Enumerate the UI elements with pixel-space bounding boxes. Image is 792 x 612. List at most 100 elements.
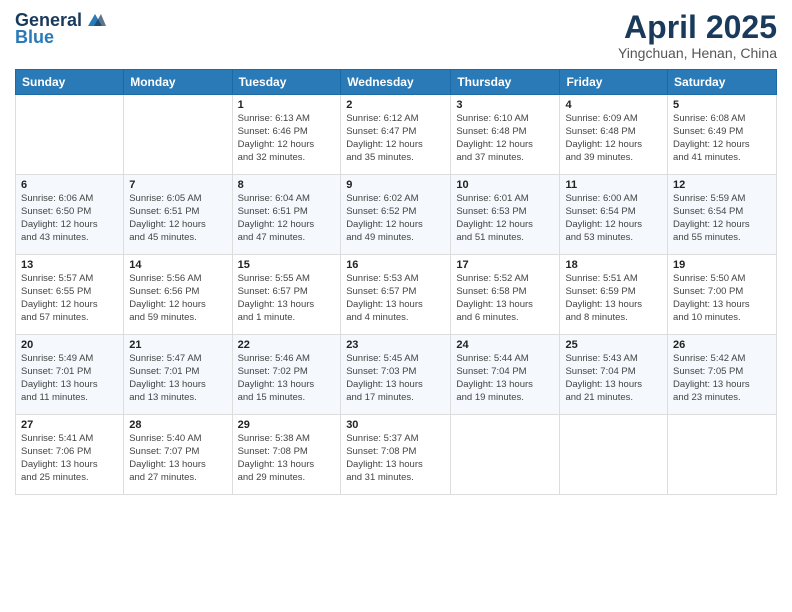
day-info: Sunrise: 6:13 AM Sunset: 6:46 PM Dayligh… xyxy=(238,113,336,164)
calendar-cell: 9Sunrise: 6:02 AM Sunset: 6:52 PM Daylig… xyxy=(341,175,451,255)
day-number: 13 xyxy=(21,259,118,271)
calendar-cell: 19Sunrise: 5:50 AM Sunset: 7:00 PM Dayli… xyxy=(668,255,777,335)
calendar-cell: 21 Sunrise: 5:47 AM Sunset: 7:01 PM Dayli… xyxy=(124,335,232,415)
calendar-cell: 22 Sunrise: 5:46 AM Sunset: 7:02 PM Dayli… xyxy=(232,335,341,415)
calendar-cell: 7 Sunrise: 6:05 AM Sunset: 6:51 PM Daylig… xyxy=(124,175,232,255)
location: Yingchuan, Henan, China xyxy=(618,45,777,61)
calendar-week-row: 20 Sunrise: 5:49 AM Sunset: 7:01 PM Dayli… xyxy=(16,335,777,415)
col-friday: Friday xyxy=(560,70,668,95)
day-number: 17 xyxy=(456,259,554,271)
day-info: Sunrise: 5:46 AM Sunset: 7:02 PM Dayligh… xyxy=(238,353,336,404)
col-sunday: Sunday xyxy=(16,70,124,95)
col-tuesday: Tuesday xyxy=(232,70,341,95)
day-info: Sunrise: 5:49 AM Sunset: 7:01 PM Dayligh… xyxy=(21,353,118,404)
day-info: Sunrise: 5:40 AM Sunset: 7:07 PM Dayligh… xyxy=(129,433,226,484)
day-number: 26 xyxy=(673,339,771,351)
day-info: Sunrise: 5:37 AM Sunset: 7:08 PM Dayligh… xyxy=(346,433,445,484)
calendar-cell: 11 Sunrise: 6:00 AM Sunset: 6:54 PM Dayli… xyxy=(560,175,668,255)
month-title: April 2025 xyxy=(618,10,777,45)
day-info: Sunrise: 5:51 AM Sunset: 6:59 PM Dayligh… xyxy=(565,273,662,324)
day-info: Sunrise: 6:10 AM Sunset: 6:48 PM Dayligh… xyxy=(456,113,554,164)
day-info: Sunrise: 5:55 AM Sunset: 6:57 PM Dayligh… xyxy=(238,273,336,324)
day-number: 8 xyxy=(238,179,336,191)
calendar-cell: 26Sunrise: 5:42 AM Sunset: 7:05 PM Dayli… xyxy=(668,335,777,415)
day-number: 14 xyxy=(129,259,226,271)
day-number: 10 xyxy=(456,179,554,191)
day-number: 2 xyxy=(346,99,445,111)
day-info: Sunrise: 6:04 AM Sunset: 6:51 PM Dayligh… xyxy=(238,193,336,244)
calendar-cell: 5 Sunrise: 6:08 AM Sunset: 6:49 PM Daylig… xyxy=(668,95,777,175)
day-number: 5 xyxy=(673,99,771,111)
day-info: Sunrise: 6:12 AM Sunset: 6:47 PM Dayligh… xyxy=(346,113,445,164)
col-thursday: Thursday xyxy=(451,70,560,95)
day-number: 23 xyxy=(346,339,445,351)
col-saturday: Saturday xyxy=(668,70,777,95)
calendar-table: Sunday Monday Tuesday Wednesday Thursday… xyxy=(15,69,777,495)
calendar-week-row: 1 Sunrise: 6:13 AM Sunset: 6:46 PM Daylig… xyxy=(16,95,777,175)
day-number: 30 xyxy=(346,419,445,431)
calendar-week-row: 6 Sunrise: 6:06 AM Sunset: 6:50 PM Daylig… xyxy=(16,175,777,255)
calendar-cell xyxy=(668,415,777,495)
day-number: 22 xyxy=(238,339,336,351)
day-number: 9 xyxy=(346,179,445,191)
day-number: 21 xyxy=(129,339,226,351)
calendar-cell xyxy=(16,95,124,175)
logo: General Blue xyxy=(15,10,106,48)
day-info: Sunrise: 6:06 AM Sunset: 6:50 PM Dayligh… xyxy=(21,193,118,244)
day-number: 19 xyxy=(673,259,771,271)
calendar-cell: 16 Sunrise: 5:53 AM Sunset: 6:57 PM Dayli… xyxy=(341,255,451,335)
day-info: Sunrise: 6:09 AM Sunset: 6:48 PM Dayligh… xyxy=(565,113,662,164)
day-info: Sunrise: 6:05 AM Sunset: 6:51 PM Dayligh… xyxy=(129,193,226,244)
day-info: Sunrise: 5:53 AM Sunset: 6:57 PM Dayligh… xyxy=(346,273,445,324)
day-info: Sunrise: 5:44 AM Sunset: 7:04 PM Dayligh… xyxy=(456,353,554,404)
day-number: 1 xyxy=(238,99,336,111)
calendar-cell xyxy=(451,415,560,495)
title-section: April 2025 Yingchuan, Henan, China xyxy=(618,10,777,61)
day-number: 7 xyxy=(129,179,226,191)
calendar-cell: 6 Sunrise: 6:06 AM Sunset: 6:50 PM Daylig… xyxy=(16,175,124,255)
day-info: Sunrise: 6:00 AM Sunset: 6:54 PM Dayligh… xyxy=(565,193,662,244)
calendar-cell: 3Sunrise: 6:10 AM Sunset: 6:48 PM Daylig… xyxy=(451,95,560,175)
day-number: 24 xyxy=(456,339,554,351)
day-info: Sunrise: 6:08 AM Sunset: 6:49 PM Dayligh… xyxy=(673,113,771,164)
day-info: Sunrise: 5:59 AM Sunset: 6:54 PM Dayligh… xyxy=(673,193,771,244)
calendar-cell: 13 Sunrise: 5:57 AM Sunset: 6:55 PM Dayli… xyxy=(16,255,124,335)
day-number: 28 xyxy=(129,419,226,431)
day-number: 25 xyxy=(565,339,662,351)
calendar-cell: 10Sunrise: 6:01 AM Sunset: 6:53 PM Dayli… xyxy=(451,175,560,255)
col-monday: Monday xyxy=(124,70,232,95)
day-number: 6 xyxy=(21,179,118,191)
col-wednesday: Wednesday xyxy=(341,70,451,95)
calendar-header-row: Sunday Monday Tuesday Wednesday Thursday… xyxy=(16,70,777,95)
day-info: Sunrise: 5:57 AM Sunset: 6:55 PM Dayligh… xyxy=(21,273,118,324)
calendar-week-row: 27 Sunrise: 5:41 AM Sunset: 7:06 PM Dayli… xyxy=(16,415,777,495)
calendar-cell: 28 Sunrise: 5:40 AM Sunset: 7:07 PM Dayli… xyxy=(124,415,232,495)
calendar-cell: 30 Sunrise: 5:37 AM Sunset: 7:08 PM Dayli… xyxy=(341,415,451,495)
day-info: Sunrise: 5:45 AM Sunset: 7:03 PM Dayligh… xyxy=(346,353,445,404)
day-number: 11 xyxy=(565,179,662,191)
day-number: 12 xyxy=(673,179,771,191)
calendar-cell: 15Sunrise: 5:55 AM Sunset: 6:57 PM Dayli… xyxy=(232,255,341,335)
day-info: Sunrise: 5:43 AM Sunset: 7:04 PM Dayligh… xyxy=(565,353,662,404)
calendar-cell: 8 Sunrise: 6:04 AM Sunset: 6:51 PM Daylig… xyxy=(232,175,341,255)
calendar-cell: 23 Sunrise: 5:45 AM Sunset: 7:03 PM Dayli… xyxy=(341,335,451,415)
day-number: 16 xyxy=(346,259,445,271)
day-info: Sunrise: 5:38 AM Sunset: 7:08 PM Dayligh… xyxy=(238,433,336,484)
logo-blue-text: Blue xyxy=(15,27,54,48)
calendar-cell: 29 Sunrise: 5:38 AM Sunset: 7:08 PM Dayli… xyxy=(232,415,341,495)
day-info: Sunrise: 5:52 AM Sunset: 6:58 PM Dayligh… xyxy=(456,273,554,324)
day-number: 29 xyxy=(238,419,336,431)
day-info: Sunrise: 5:41 AM Sunset: 7:06 PM Dayligh… xyxy=(21,433,118,484)
page-container: General Blue April 2025 Yingchuan, Henan… xyxy=(0,0,792,612)
header: General Blue April 2025 Yingchuan, Henan… xyxy=(15,10,777,61)
calendar-cell: 4Sunrise: 6:09 AM Sunset: 6:48 PM Daylig… xyxy=(560,95,668,175)
day-info: Sunrise: 5:47 AM Sunset: 7:01 PM Dayligh… xyxy=(129,353,226,404)
calendar-cell: 17 Sunrise: 5:52 AM Sunset: 6:58 PM Dayli… xyxy=(451,255,560,335)
calendar-cell: 2 Sunrise: 6:12 AM Sunset: 6:47 PM Daylig… xyxy=(341,95,451,175)
day-number: 20 xyxy=(21,339,118,351)
day-number: 18 xyxy=(565,259,662,271)
day-number: 27 xyxy=(21,419,118,431)
logo-icon xyxy=(84,12,106,30)
calendar-cell: 27 Sunrise: 5:41 AM Sunset: 7:06 PM Dayli… xyxy=(16,415,124,495)
calendar-cell: 20 Sunrise: 5:49 AM Sunset: 7:01 PM Dayli… xyxy=(16,335,124,415)
